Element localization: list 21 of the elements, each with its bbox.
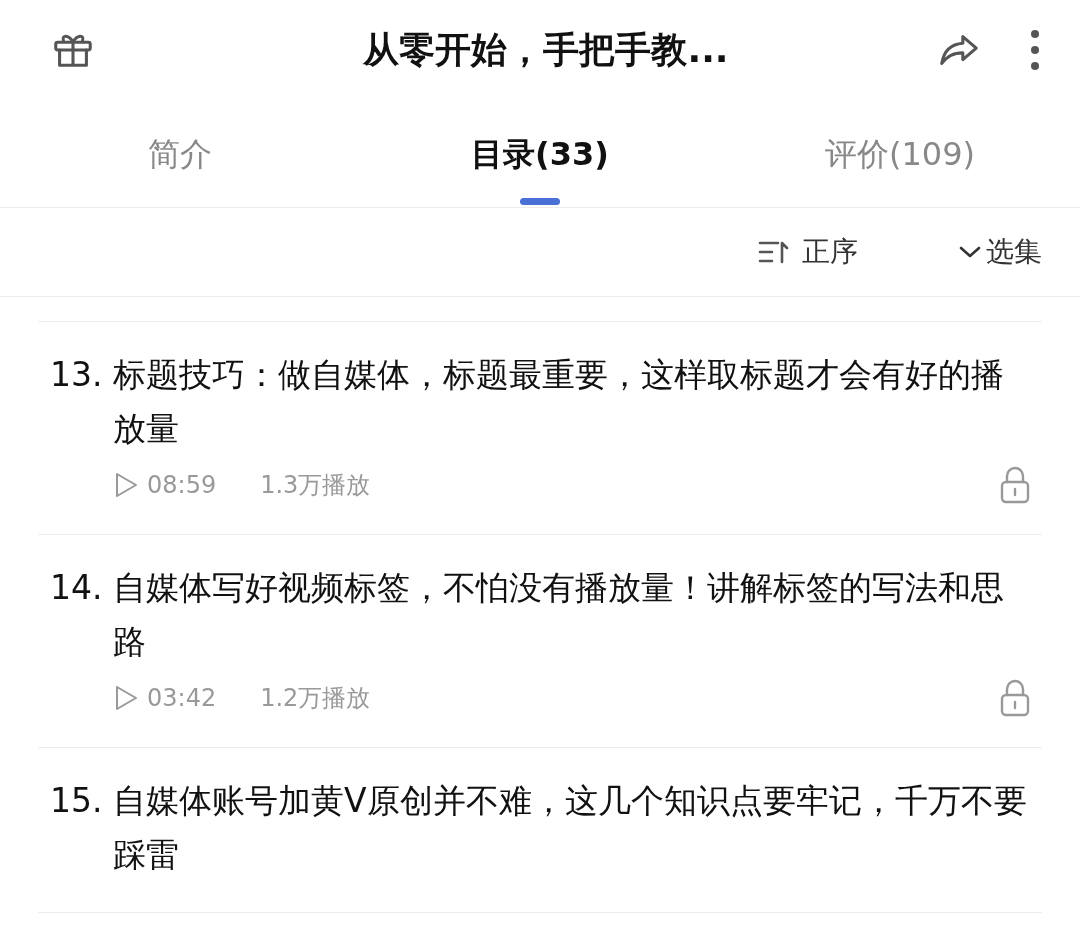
duration-text: 03:42 [147,683,217,714]
episode-number: 13. [50,354,104,396]
duration-text: 08:59 [147,470,217,501]
play-icon [113,684,139,712]
play-icon [113,471,139,499]
more-icon[interactable] [1030,29,1040,71]
play-count: 1.2万播放 [260,683,371,714]
tab[interactable]: 目录(33) [360,100,720,207]
episode-select-button[interactable]: 选集 [958,231,1042,273]
episode-number: 14. [50,567,104,609]
tab-indicator [520,198,560,205]
sort-button[interactable]: 正序 [758,231,858,273]
tab[interactable]: 评价(109) [720,100,1080,207]
episode-title[interactable]: 标题技巧：做自媒体，标题最重要，这样取标题才会有好的播放量 [113,348,1030,456]
episode-number: 15. [50,780,104,822]
page-title: 从零开始，手把手教... [362,28,730,72]
tab[interactable]: 简介 [0,100,360,207]
episode-title[interactable]: 自媒体账号加黄V原创并不难，这几个知识点要牢记，千万不要踩雷 [113,774,1030,882]
episode-title[interactable]: 自媒体写好视频标签，不怕没有播放量！讲解标签的写法和思路 [113,561,1030,669]
play-count: 1.3万播放 [260,470,371,501]
chevron-down-icon [958,244,982,260]
